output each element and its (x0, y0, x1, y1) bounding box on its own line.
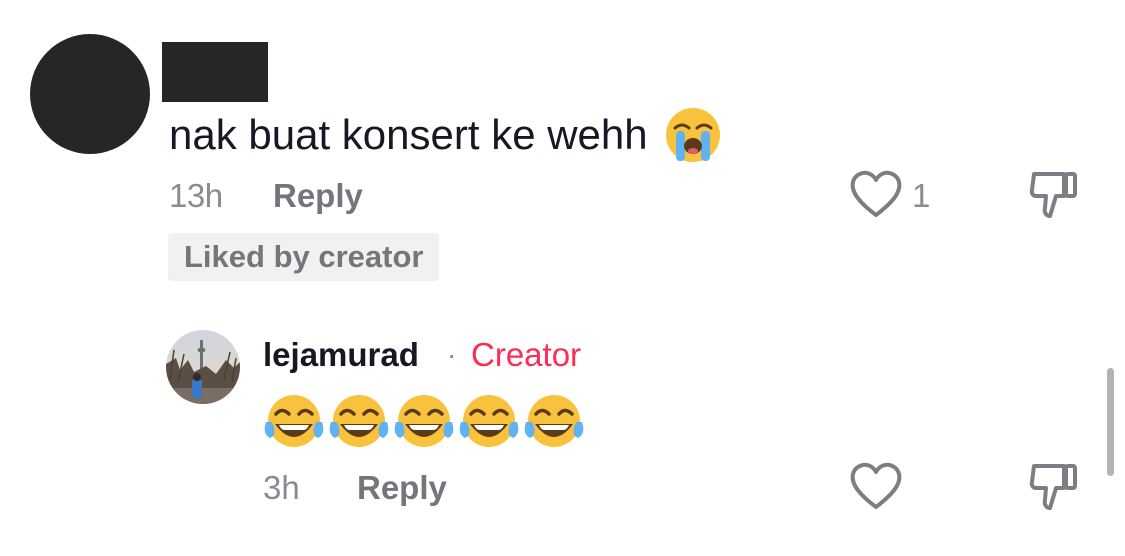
scrollbar[interactable] (1107, 368, 1114, 476)
heart-outline-icon (850, 170, 902, 217)
reply-time: 3h (263, 469, 300, 506)
thumbs-down-icon (1029, 172, 1077, 218)
face-with-tears-of-joy-emoji-icon (523, 392, 585, 452)
reply-body (263, 392, 588, 452)
face-with-tears-of-joy-emoji-icon (393, 392, 455, 452)
creator-avatar[interactable] (166, 330, 240, 404)
comment-body: nak buat konsert ke wehh (169, 106, 722, 164)
creator-badge: Creator (471, 336, 582, 373)
commenter-avatar[interactable] (30, 34, 150, 154)
dislike-button[interactable] (1028, 166, 1080, 222)
reply-like-button[interactable] (848, 460, 904, 512)
reply-button[interactable]: Reply (273, 176, 363, 216)
separator-dot: · (447, 339, 457, 370)
comment-time: 13h (169, 177, 223, 214)
face-with-tears-of-joy-emoji-icon (328, 392, 390, 452)
reply-username[interactable]: lejamurad (263, 335, 419, 375)
like-count: 1 (912, 177, 931, 214)
face-with-tears-of-joy-emoji-icon (263, 392, 325, 452)
reply-to-reply-button[interactable]: Reply (357, 468, 447, 508)
face-with-tears-of-joy-emoji-icon (458, 392, 520, 452)
redacted-username (162, 42, 268, 102)
like-button[interactable] (848, 168, 904, 220)
thumbs-down-icon (1029, 464, 1077, 510)
liked-by-creator-badge: Liked by creator (168, 233, 440, 281)
heart-outline-icon (850, 462, 902, 509)
reply-dislike-button[interactable] (1028, 458, 1080, 514)
loudly-crying-face-emoji-icon (664, 106, 722, 164)
comment-text: nak buat konsert ke wehh (169, 111, 648, 158)
